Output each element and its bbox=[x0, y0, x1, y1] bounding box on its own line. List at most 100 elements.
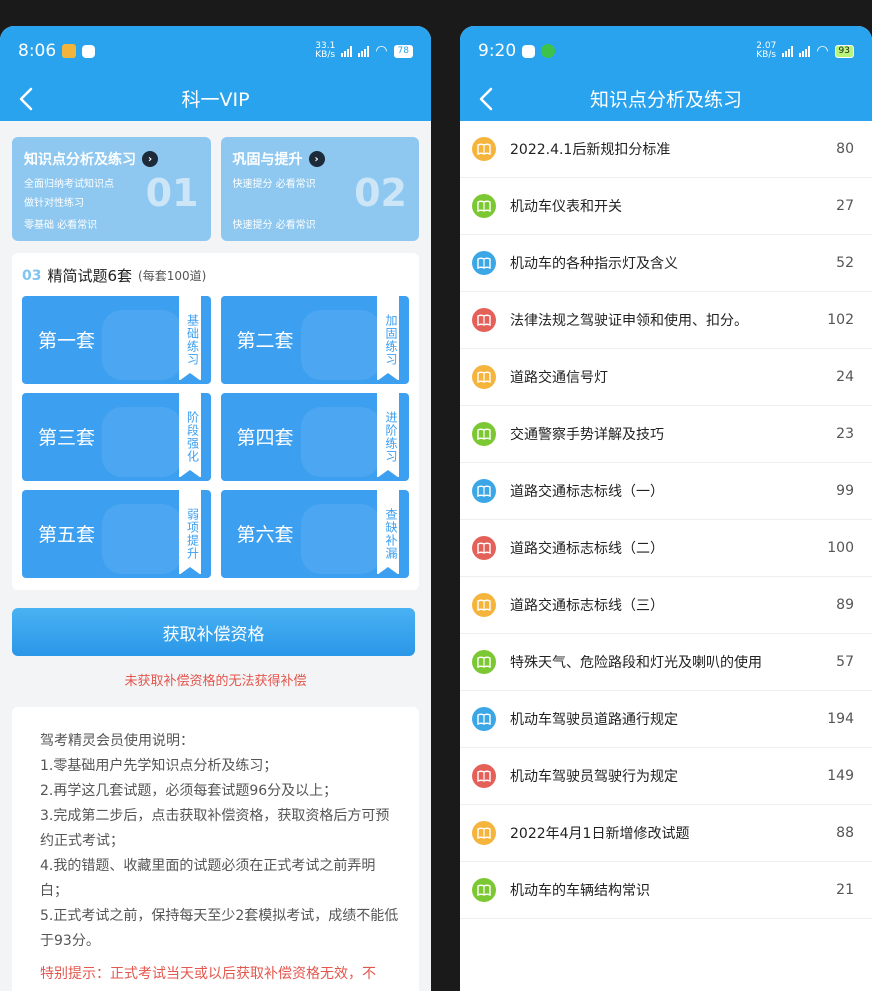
signal-icon bbox=[782, 45, 794, 57]
question-sets-panel: 03 精简试题6套 (每套100道) 第一套 基础练习 第二套 加固练习 第三套 阶段强化… bbox=[12, 253, 419, 590]
topic-label: 法律法规之驾驶证申领和使用、扣分。 bbox=[510, 313, 748, 329]
wechat-icon bbox=[541, 44, 556, 58]
topic-row[interactable]: 机动车仪表和开关 27 bbox=[460, 178, 872, 235]
book-icon bbox=[472, 308, 496, 332]
page-title: 知识点分析及练习 bbox=[589, 89, 742, 111]
knowledge-analysis-card[interactable]: 知识点分析及练习 › 全面归纳考试知识点 做针对性练习 01 零基础 必看常识 bbox=[12, 137, 211, 241]
topic-row[interactable]: 机动车的各种指示灯及含义 52 bbox=[460, 235, 872, 292]
book-icon bbox=[472, 422, 496, 446]
topic-row[interactable]: 机动车的车辆结构常识 21 bbox=[460, 862, 872, 919]
question-set-5[interactable]: 第五套 弱项提升 bbox=[22, 490, 211, 578]
set-tag-ribbon: 加固练习 bbox=[377, 296, 399, 381]
signal-icon bbox=[358, 45, 370, 57]
set-label: 第一套 bbox=[38, 330, 96, 352]
topic-row[interactable]: 机动车驾驶员道路通行规定 194 bbox=[460, 691, 872, 748]
car-watermark-icon bbox=[102, 407, 182, 477]
signal-icon bbox=[799, 45, 811, 57]
book-icon bbox=[472, 479, 496, 503]
question-set-2[interactable]: 第二套 加固练习 bbox=[220, 296, 409, 384]
question-set-4[interactable]: 第四套 进阶练习 bbox=[220, 393, 409, 481]
car-watermark-icon bbox=[300, 407, 381, 477]
topic-count: 27 bbox=[836, 198, 854, 214]
topic-row[interactable]: 道路交通标志标线（一） 99 bbox=[460, 463, 872, 520]
topic-label: 机动车仪表和开关 bbox=[510, 199, 622, 215]
notification-icon bbox=[62, 44, 77, 58]
instruction-item: 3.完成第二步后，点击获取补偿资格，获取资格后方可预约正式考试； bbox=[40, 808, 390, 849]
chevron-right-icon: › bbox=[308, 151, 325, 167]
instruction-item: 2.再学这几套试题，必须每套试题96分及以上； bbox=[40, 783, 338, 799]
topic-row[interactable]: 特殊天气、危险路段和灯光及喇叭的使用 57 bbox=[460, 634, 872, 691]
topic-label: 机动车驾驶员驾驶行为规定 bbox=[510, 769, 678, 785]
question-set-1[interactable]: 第一套 基础练习 bbox=[22, 296, 211, 384]
nav-bar: 科一VIP bbox=[0, 76, 431, 121]
topic-label: 机动车的各种指示灯及含义 bbox=[510, 256, 678, 272]
left-screen: 8:06 33.1 KB/s ◠ 78 科一VIP 知识点分析及练习 › 全面归纳… bbox=[0, 26, 431, 991]
car-watermark-icon bbox=[300, 310, 381, 380]
topic-count: 80 bbox=[836, 141, 854, 157]
set-label: 第二套 bbox=[236, 330, 294, 352]
wifi-icon: ◠ bbox=[375, 43, 388, 59]
book-icon bbox=[472, 821, 496, 845]
wifi-icon: ◠ bbox=[816, 43, 829, 59]
battery-indicator: 78 bbox=[393, 44, 413, 58]
topic-row[interactable]: 道路交通信号灯 24 bbox=[460, 349, 872, 406]
topic-row[interactable]: 机动车驾驶员驾驶行为规定 149 bbox=[460, 748, 872, 805]
book-icon bbox=[472, 764, 496, 788]
status-time: 9:20 bbox=[478, 41, 517, 61]
instruction-item: 4.我的错题、收藏里面的试题必须在正式考试之前弄明白； bbox=[40, 858, 376, 899]
chevron-right-icon: › bbox=[142, 151, 158, 167]
topic-list: 2022.4.1后新规扣分标准 80 机动车仪表和开关 27 机动车的各种指示灯及含义 5… bbox=[460, 121, 872, 919]
topic-row[interactable]: 2022年4月1日新增修改试题 88 bbox=[460, 805, 872, 862]
consolidate-card[interactable]: 巩固与提升 › 快速提分 必看常识 02 快速提分 必看常识 bbox=[220, 137, 419, 241]
topic-count: 52 bbox=[836, 255, 854, 271]
topic-count: 21 bbox=[836, 882, 854, 898]
instructions-box: 驾考精灵会员使用说明： 1.零基础用户先学知识点分析及练习； 2.再学这几套试题… bbox=[12, 707, 419, 991]
topic-count: 100 bbox=[827, 540, 854, 556]
topic-row[interactable]: 2022.4.1后新规扣分标准 80 bbox=[460, 121, 872, 178]
signal-icon bbox=[341, 45, 353, 57]
book-icon bbox=[472, 137, 496, 161]
car-watermark-icon bbox=[102, 504, 182, 574]
app-notification-icon bbox=[522, 44, 536, 58]
set-tag-ribbon: 阶段强化 bbox=[178, 393, 201, 478]
topic-row[interactable]: 交通警察手势详解及技巧 23 bbox=[460, 406, 872, 463]
question-set-6[interactable]: 第六套 查缺补漏 bbox=[220, 490, 409, 578]
card-title: 巩固与提升 bbox=[232, 152, 303, 168]
book-icon bbox=[472, 650, 496, 674]
card-number: 01 bbox=[145, 171, 199, 215]
get-compensation-button[interactable]: 获取补偿资格 bbox=[12, 608, 415, 656]
book-icon bbox=[472, 707, 496, 731]
topic-count: 102 bbox=[827, 312, 854, 328]
app-notification-icon bbox=[82, 44, 96, 58]
status-time: 8:06 bbox=[18, 41, 57, 61]
book-icon bbox=[472, 251, 496, 275]
instruction-item: 5.正式考试之前，保持每天至少2套模拟考试，成绩不能低于93分。 bbox=[40, 908, 399, 949]
nav-bar: 知识点分析及练习 bbox=[460, 76, 872, 121]
topic-label: 道路交通标志标线（三） bbox=[510, 598, 664, 614]
topic-label: 机动车驾驶员道路通行规定 bbox=[510, 712, 678, 728]
topic-row[interactable]: 法律法规之驾驶证申领和使用、扣分。 102 bbox=[460, 292, 872, 349]
status-bar: 8:06 33.1 KB/s ◠ 78 bbox=[0, 26, 431, 76]
topic-count: 23 bbox=[836, 426, 854, 442]
question-set-3[interactable]: 第三套 阶段强化 bbox=[22, 393, 211, 481]
card-number: 02 bbox=[354, 171, 407, 215]
topic-row[interactable]: 道路交通标志标线（二） 100 bbox=[460, 520, 872, 577]
topic-label: 特殊天气、危险路段和灯光及喇叭的使用 bbox=[510, 655, 762, 671]
book-icon bbox=[472, 194, 496, 218]
book-icon bbox=[472, 536, 496, 560]
back-arrow-icon[interactable] bbox=[14, 84, 40, 114]
car-watermark-icon bbox=[102, 310, 182, 380]
set-tag-ribbon: 进阶练习 bbox=[377, 393, 399, 478]
section-number: 03 bbox=[22, 267, 42, 284]
topic-count: 57 bbox=[836, 654, 854, 670]
topic-count: 194 bbox=[827, 711, 854, 727]
topic-label: 2022年4月1日新增修改试题 bbox=[510, 826, 690, 842]
back-arrow-icon[interactable] bbox=[474, 84, 500, 114]
topic-row[interactable]: 道路交通标志标线（三） 89 bbox=[460, 577, 872, 634]
set-label: 第三套 bbox=[38, 427, 96, 449]
topic-label: 机动车的车辆结构常识 bbox=[510, 883, 650, 899]
book-icon bbox=[472, 878, 496, 902]
network-speed: 2.07 KB/s bbox=[756, 41, 777, 60]
topic-label: 道路交通标志标线（一） bbox=[510, 484, 664, 500]
set-label: 第六套 bbox=[236, 524, 294, 546]
